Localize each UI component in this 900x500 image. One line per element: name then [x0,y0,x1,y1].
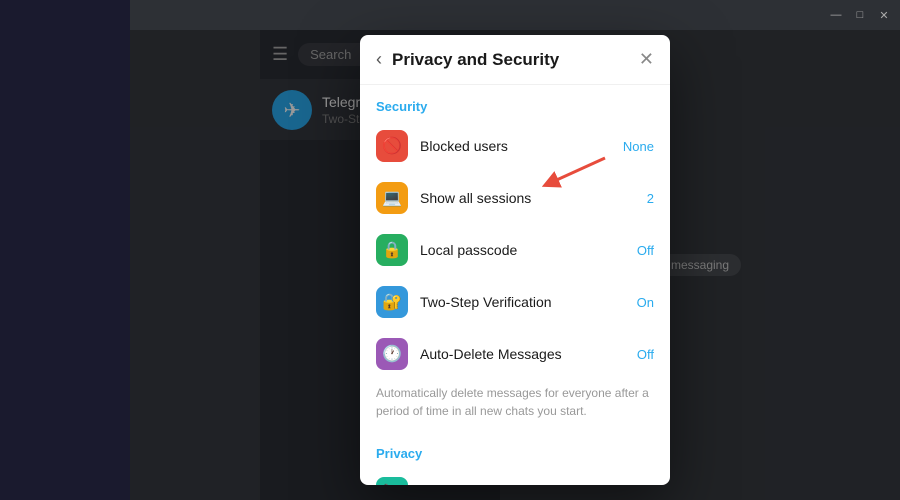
security-section-header: Security [360,85,670,120]
blocked-users-icon: 🚫 [376,130,408,162]
modal-body: Security 🚫 Blocked users None 💻 Show all… [360,85,670,485]
auto-delete-description: Automatically delete messages for everyo… [360,380,670,432]
maximize-button[interactable]: □ [852,7,868,23]
modal-overlay[interactable]: ‹ Privacy and Security ✕ Security 🚫 Bloc… [130,30,900,500]
privacy-section-header: Privacy [360,432,670,467]
two-step-label: Two-Step Verification [420,294,625,310]
two-step-icon: 🔐 [376,286,408,318]
blocked-users-label: Blocked users [420,138,611,154]
show-sessions-value: 2 [647,191,654,206]
local-passcode-value: Off [637,243,654,258]
auto-delete-item[interactable]: 🕐 Auto-Delete Messages Off [360,328,670,380]
blocked-users-item[interactable]: 🚫 Blocked users None [360,120,670,172]
auto-delete-value: Off [637,347,654,362]
title-bar: — □ ✕ [130,0,900,30]
two-step-value: On [637,295,654,310]
modal-title: Privacy and Security [392,50,629,70]
phone-number-item[interactable]: 📞 Phone number Nobody [360,467,670,485]
close-window-button[interactable]: ✕ [876,7,892,23]
phone-number-icon: 📞 [376,477,408,485]
local-passcode-icon: 🔒 [376,234,408,266]
auto-delete-label: Auto-Delete Messages [420,346,625,362]
privacy-security-modal: ‹ Privacy and Security ✕ Security 🚫 Bloc… [360,35,670,485]
local-passcode-item[interactable]: 🔒 Local passcode Off [360,224,670,276]
arrow-annotation [520,153,610,203]
close-modal-button[interactable]: ✕ [639,49,654,70]
app-sidebar [0,0,130,500]
minimize-button[interactable]: — [828,7,844,23]
back-button[interactable]: ‹ [376,49,382,70]
blocked-users-value: None [623,139,654,154]
show-sessions-item[interactable]: 💻 Show all sessions 2 [360,172,670,224]
modal-header: ‹ Privacy and Security ✕ [360,35,670,85]
show-sessions-icon: 💻 [376,182,408,214]
two-step-verification-item[interactable]: 🔐 Two-Step Verification On [360,276,670,328]
auto-delete-icon: 🕐 [376,338,408,370]
local-passcode-label: Local passcode [420,242,625,258]
